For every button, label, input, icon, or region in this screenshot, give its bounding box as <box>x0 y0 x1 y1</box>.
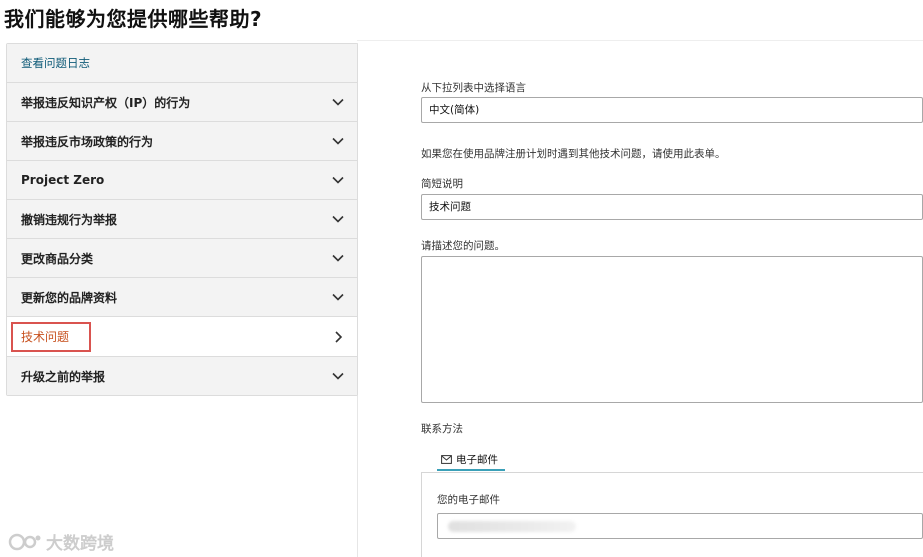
description-label: 请描述您的问题。 <box>421 240 505 252</box>
chevron-down-icon <box>332 293 344 301</box>
sidebar-item-withdraw-report[interactable]: 撤销违规行为举报 <box>7 200 357 239</box>
watermark-logo-icon <box>8 533 41 550</box>
sidebar-item-project-zero[interactable]: Project Zero <box>7 161 357 200</box>
language-select[interactable]: 中文(简体) <box>421 97 923 123</box>
sidebar-item-technical-issue[interactable]: 技术问题 <box>7 317 357 357</box>
sidebar-item-report-policy-violation[interactable]: 举报违反市场政策的行为 <box>7 122 357 161</box>
chevron-right-icon <box>335 330 343 343</box>
email-input[interactable] <box>437 513 923 539</box>
page-title: 我们能够为您提供哪些帮助? <box>4 7 263 31</box>
chevron-down-icon <box>332 176 344 184</box>
watermark: 大数跨境 <box>8 529 114 554</box>
sidebar-item-report-ip-violation[interactable]: 举报违反知识产权（IP）的行为 <box>7 83 357 122</box>
info-text: 如果您在使用品牌注册计划时遇到其他技术问题，请使用此表单。 <box>421 148 726 160</box>
summary-input[interactable]: 技术问题 <box>421 194 923 220</box>
page-root: 我们能够为您提供哪些帮助? 查看问题日志 举报违反知识产权（IP）的行为 举报违… <box>0 0 923 557</box>
watermark-text: 大数跨境 <box>46 534 114 554</box>
redacted-value <box>448 521 576 532</box>
sidebar-item-label: 举报违反知识产权（IP）的行为 <box>21 95 191 110</box>
chevron-down-icon <box>332 215 344 223</box>
contact-method-label: 联系方法 <box>421 423 463 435</box>
chevron-down-icon <box>332 372 344 380</box>
email-field-label: 您的电子邮件 <box>437 494 500 506</box>
sidebar-item-label: 撤销违规行为举报 <box>21 212 118 227</box>
tab-email[interactable]: 电子邮件 <box>441 448 498 470</box>
tab-label: 电子邮件 <box>456 453 498 466</box>
language-label: 从下拉列表中选择语言 <box>421 82 526 94</box>
sidebar-item-label: 技术问题 <box>21 330 70 344</box>
envelope-icon <box>441 454 452 464</box>
sidebar-item-label: Project Zero <box>21 173 105 187</box>
sidebar: 查看问题日志 举报违反知识产权（IP）的行为 举报违反市场政策的行为 Proje… <box>6 43 358 396</box>
sidebar-item-label: 升级之前的举报 <box>21 369 106 384</box>
sidebar-item-label: 更改商品分类 <box>21 251 94 266</box>
chevron-down-icon <box>332 98 344 106</box>
sidebar-item-change-category[interactable]: 更改商品分类 <box>7 239 357 278</box>
active-tab-indicator <box>437 469 505 471</box>
sidebar-item-label: 查看问题日志 <box>21 56 90 70</box>
sidebar-item-view-issue-log[interactable]: 查看问题日志 <box>7 44 357 83</box>
contact-form: 从下拉列表中选择语言 中文(简体) 如果您在使用品牌注册计划时遇到其他技术问题，… <box>421 0 923 557</box>
sidebar-item-label: 更新您的品牌资料 <box>21 290 118 305</box>
description-textarea[interactable] <box>421 256 923 403</box>
sidebar-item-update-brand[interactable]: 更新您的品牌资料 <box>7 278 357 317</box>
summary-label: 简短说明 <box>421 178 463 190</box>
chevron-down-icon <box>332 137 344 145</box>
sidebar-item-escalate-report[interactable]: 升级之前的举报 <box>7 357 357 395</box>
sidebar-item-label: 举报违反市场政策的行为 <box>21 134 154 149</box>
chevron-down-icon <box>332 254 344 262</box>
